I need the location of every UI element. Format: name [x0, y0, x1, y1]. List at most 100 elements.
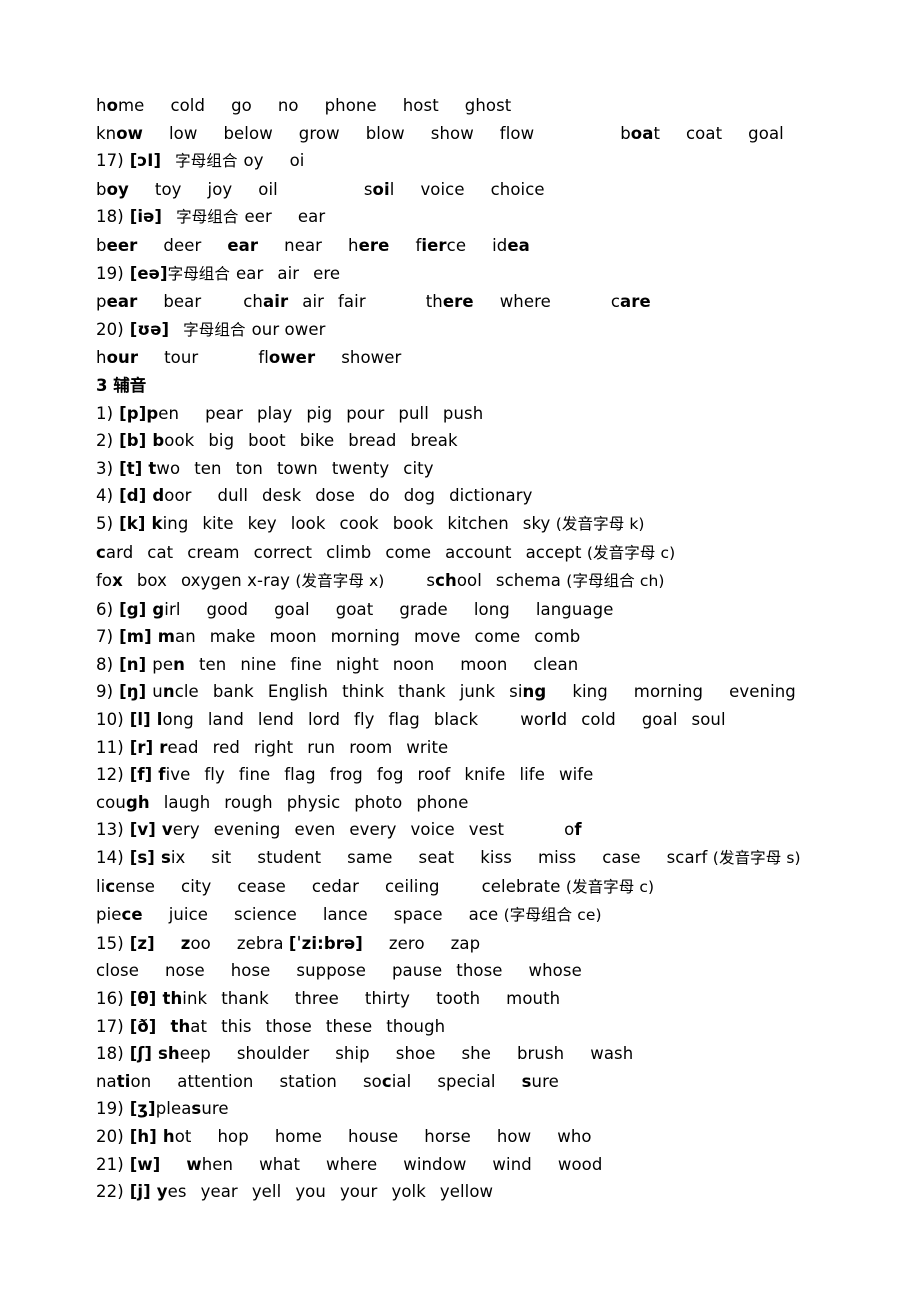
entry-number: 6) — [96, 599, 114, 619]
entry-number: 4) — [96, 486, 114, 506]
document-page: home cold go no phone host ghost know low below g… — [0, 0, 920, 1302]
entry-line-5: 5) [k] king kite key look cook book kitchen sky (… — [96, 513, 645, 533]
word-list-line: beer deer ear near here fierce idea — [96, 235, 530, 255]
entry-number: 17) — [96, 1016, 124, 1036]
word-list-line: license city cease cedar ceiling celebrate (发… — [96, 876, 655, 896]
word-list-line: close nose hose suppose pause those whose — [96, 961, 582, 981]
letter-combos: oy oi — [243, 151, 305, 171]
entry-line-14: 14) [s] six sit student same seat kiss miss case s… — [96, 848, 801, 868]
ipa-symbol: [m] — [119, 627, 152, 647]
entry-line-19: 19) [ʒ]pleasure — [96, 1099, 229, 1119]
entry-number: 18) — [96, 1044, 124, 1064]
ipa-symbol: [ʊə] — [129, 319, 170, 339]
entry-number: 2) — [96, 431, 114, 451]
entry-number: 5) — [96, 513, 114, 533]
word-list-line: pear bear chair air fair there where care — [96, 292, 651, 312]
entry-number: 13) — [96, 820, 124, 840]
ipa-symbol: [j] — [129, 1182, 151, 1202]
word-list-line: nation attention station social special sure — [96, 1071, 559, 1091]
entry-header-17: 17) [ɔI] 字母组合 oy oi — [96, 147, 900, 176]
ipa-symbol: [ʒ] — [129, 1099, 156, 1119]
word-list-line: card cat cream correct climb come account accep… — [96, 542, 676, 562]
entry-header-20: 20) [ʊə] 字母组合 our ower — [96, 316, 900, 345]
entry-line-22: 22) [j] yes year yell you your yolk yellow — [96, 1182, 494, 1202]
entry-number: 14) — [96, 848, 124, 868]
ipa-symbol: [l] — [129, 710, 151, 730]
ipa-symbol: [t] — [119, 458, 143, 478]
word-list-line: boy toy joy oil soil voice choice — [96, 179, 545, 199]
ipa-symbol: [ð] — [129, 1016, 157, 1036]
ipa-symbol: [ɔI] — [129, 151, 162, 171]
entry-line-10: 10) [l] long land lend lord fly flag black world c… — [96, 710, 726, 730]
ipa-symbol: [b] — [119, 431, 147, 451]
entry-number: 7) — [96, 627, 114, 647]
word-list-line: know low below grow blow show flow boat coat goal — [96, 123, 784, 143]
entry-number: 19) — [96, 263, 124, 283]
ipa-symbol: [d] — [119, 486, 147, 506]
entry-number: 8) — [96, 654, 114, 674]
pronunciation-note: (发音字母 s) — [712, 849, 801, 868]
entry-number: 16) — [96, 989, 124, 1008]
word-list-line: hour tour flower shower — [96, 348, 402, 368]
entry-line-7: 7) [m] man make moon morning move come comb — [96, 627, 581, 647]
entry-line-20: 20) [h] hot hop home house horse how who — [96, 1126, 592, 1146]
ipa-symbol: [h] — [129, 1126, 157, 1146]
entry-line-16: 16) [θ] think thank three thirty tooth mouth — [96, 989, 561, 1008]
entry-number: 1) — [96, 403, 114, 423]
entry-number: 20) — [96, 319, 124, 339]
entry-line-12: 12) [f] five fly fine flag frog fog roof knife lif… — [96, 765, 594, 785]
pronunciation-note: (发音字母 x) — [295, 572, 385, 591]
entry-line-1: 1) [p]pen pear play pig pour pull push — [96, 403, 484, 423]
ipa-symbol: [k] — [119, 513, 146, 533]
entry-number: 20) — [96, 1126, 124, 1146]
word-list-line: fox box oxygen x-ray (发音字母 x) school schema … — [96, 571, 665, 591]
entry-number: 21) — [96, 1154, 124, 1174]
ipa-symbol: [z] — [129, 933, 155, 953]
letter-combos: eer ear — [244, 207, 326, 227]
section-heading-consonants: 3 辅音 — [96, 375, 147, 395]
entry-line-8: 8) [n] pen ten nine fine night noon moon clean — [96, 654, 579, 674]
entry-number: 22) — [96, 1182, 124, 1202]
entry-line-3: 3) [t] two ten ton town twenty city — [96, 458, 434, 478]
entry-line-11: 11) [r] read red right run room write — [96, 737, 449, 757]
ipa-symbol: [f] — [129, 765, 153, 785]
pronunciation-note: (发音字母 c) — [586, 543, 676, 562]
entry-line-15: 15) [z] zoo zebra [ˈzi:brə] zero zap — [96, 933, 481, 953]
ipa-symbol: [w] — [129, 1154, 161, 1174]
entry-line-6: 6) [g] girl good goal goat grade long language — [96, 599, 614, 619]
word-list-line: cough laugh rough physic photo phone — [96, 792, 469, 812]
entry-line-13: 13) [v] very evening even every voice vest of — [96, 820, 582, 840]
entry-number: 10) — [96, 710, 124, 730]
entry-number: 19) — [96, 1099, 124, 1119]
entry-line-2: 2) [b] book big boot bike bread break — [96, 431, 458, 451]
entry-header-18: 18) [iə] 字母组合 eer ear — [96, 203, 900, 232]
ipa-symbol: [θ] — [129, 989, 157, 1008]
entry-line-21: 21) [w] when what where window wind wood — [96, 1154, 603, 1174]
ipa-symbol: [v] — [129, 820, 156, 840]
ipa-symbol: [r] — [129, 737, 154, 757]
pronunciation-note: (字母组合 ch) — [566, 572, 665, 591]
ipa-symbol: [eə] — [129, 263, 168, 283]
entry-number: 9) — [96, 682, 114, 702]
entry-number: 18) — [96, 207, 124, 227]
ipa-symbol: [p] — [119, 403, 147, 423]
word-list-line: piece juice science lance space ace (字母组合 ce) — [96, 905, 602, 925]
entry-number: 11) — [96, 737, 124, 757]
ipa-symbol: [ʃ] — [129, 1044, 152, 1064]
entry-line-9: 9) [ŋ] uncle bank English think thank junk sing k… — [96, 682, 796, 702]
word-list-line: home cold go no phone host ghost — [96, 96, 512, 115]
entry-header-19: 19) [eə]字母组合 ear air ere — [96, 260, 900, 289]
entry-number: 12) — [96, 765, 124, 785]
entry-number: 15) — [96, 933, 124, 953]
letter-combo-label: 字母组合 — [175, 152, 238, 171]
entry-line-17: 17) [ð] that this those these though — [96, 1016, 446, 1036]
ipa-symbol: [s] — [129, 848, 155, 868]
entry-number: 17) — [96, 151, 124, 171]
entry-line-4: 4) [d] door dull desk dose do dog dictionary — [96, 486, 533, 506]
ipa-symbol: [iə] — [129, 207, 163, 227]
letter-combo-label: 字母组合 — [167, 264, 231, 283]
pronunciation-note: (发音字母 c) — [565, 877, 655, 896]
letter-combo-label: 字母组合 — [183, 320, 246, 339]
letter-combos: ear air ere — [236, 263, 341, 283]
pronunciation-note: (字母组合 ce) — [503, 906, 602, 925]
